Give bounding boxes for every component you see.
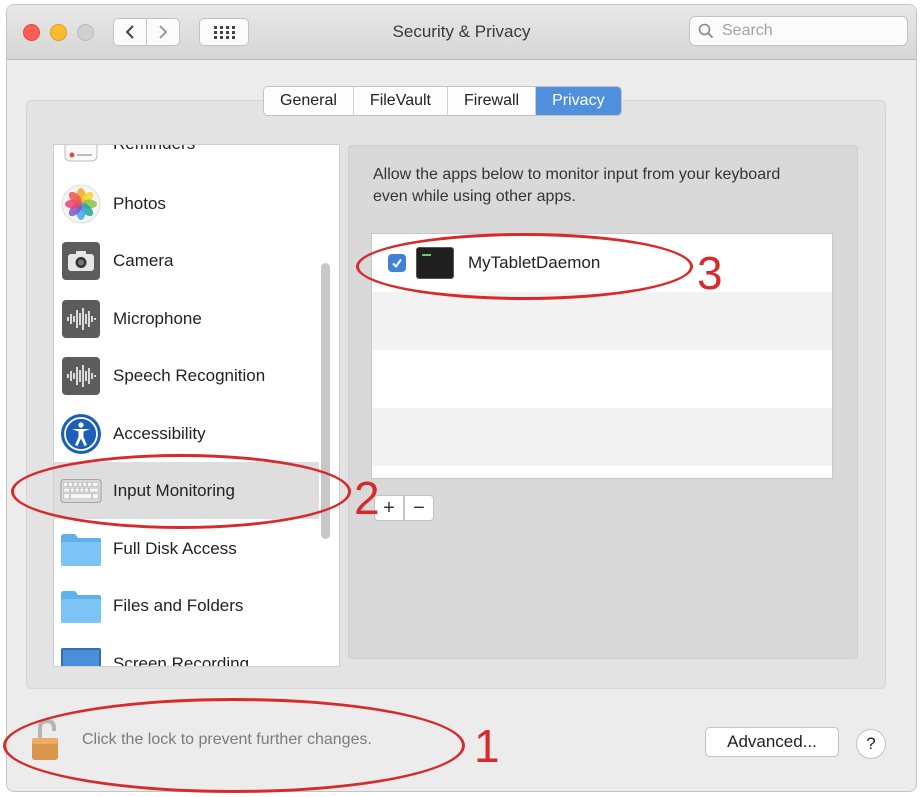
keyboard-icon <box>60 470 102 512</box>
tab-filevault[interactable]: FileVault <box>353 87 448 115</box>
lock-status-text: Click the lock to prevent further change… <box>82 731 372 748</box>
sidebar-item-label: Files and Folders <box>113 595 244 615</box>
sidebar-item-label: Full Disk Access <box>113 538 237 558</box>
sidebar-item-full-disk-access[interactable]: Full Disk Access <box>54 520 319 577</box>
app-name: MyTabletDaemon <box>468 253 601 272</box>
title-bar: Security & Privacy <box>7 5 916 60</box>
folder-icon <box>60 528 102 570</box>
annotation-number-3: 3 <box>697 247 723 299</box>
checkmark-icon <box>392 258 402 269</box>
accessibility-icon <box>60 413 102 455</box>
sidebar-item-accessibility[interactable]: Accessibility <box>54 405 319 462</box>
tab-firewall[interactable]: Firewall <box>447 87 537 115</box>
folder-icon <box>60 585 102 627</box>
sidebar-item-microphone[interactable]: Microphone <box>54 290 319 347</box>
sidebar-item-label: Speech Recognition <box>113 365 266 385</box>
sidebar-scrollbar[interactable] <box>321 263 330 539</box>
remove-app-button[interactable]: − <box>404 495 434 521</box>
advanced-button[interactable]: Advanced... <box>705 727 839 757</box>
tab-privacy[interactable]: Privacy <box>536 87 621 115</box>
sidebar-item-reminders[interactable]: Reminders <box>54 145 319 172</box>
sidebar-item-label: Photos <box>113 193 166 213</box>
unlocked-padlock-icon[interactable] <box>30 718 64 762</box>
screen-recording-icon <box>60 643 102 666</box>
sidebar-item-label: Accessibility <box>113 423 206 443</box>
search-field[interactable] <box>689 16 908 46</box>
empty-row <box>372 408 832 466</box>
sidebar-item-label: Input Monitoring <box>113 480 235 500</box>
help-button[interactable]: ? <box>856 729 886 759</box>
tab-general[interactable]: General <box>264 87 354 115</box>
empty-row <box>372 292 832 350</box>
privacy-category-list[interactable]: Reminders Photos Camera <box>53 144 340 667</box>
sidebar-item-label: Camera <box>113 250 174 270</box>
sidebar-item-camera[interactable]: Camera <box>54 232 319 289</box>
sidebar-item-label: Microphone <box>113 308 202 328</box>
permission-description: Allow the apps below to monitor input fr… <box>373 166 781 205</box>
camera-icon <box>60 240 102 282</box>
tab-bar: General FileVault Firewall Privacy <box>263 86 622 116</box>
annotation-number-2: 2 <box>354 472 380 524</box>
app-list[interactable]: MyTabletDaemon <box>371 233 833 479</box>
microphone-icon <box>60 298 102 340</box>
search-input[interactable] <box>720 21 894 41</box>
photos-icon <box>60 183 102 225</box>
terminal-app-icon <box>416 247 454 279</box>
lock-area: Click the lock to prevent further change… <box>30 718 372 762</box>
sidebar-item-files-and-folders[interactable]: Files and Folders <box>54 577 319 634</box>
speech-recognition-icon <box>60 355 102 397</box>
reminders-icon <box>60 145 102 165</box>
sidebar-item-label: Screen Recording <box>113 653 250 667</box>
list-item[interactable]: MyTabletDaemon <box>372 234 832 292</box>
sidebar-item-screen-recording[interactable]: Screen Recording <box>54 635 319 667</box>
sidebar-item-speech-recognition[interactable]: Speech Recognition <box>54 347 319 404</box>
sidebar-item-photos[interactable]: Photos <box>54 175 319 232</box>
sidebar-item-label: Reminders <box>113 145 195 154</box>
search-icon <box>698 23 714 39</box>
app-enable-checkbox[interactable] <box>388 254 406 272</box>
sidebar-item-input-monitoring[interactable]: Input Monitoring <box>54 462 319 519</box>
empty-row <box>372 350 832 408</box>
annotation-number-1: 1 <box>474 720 500 772</box>
